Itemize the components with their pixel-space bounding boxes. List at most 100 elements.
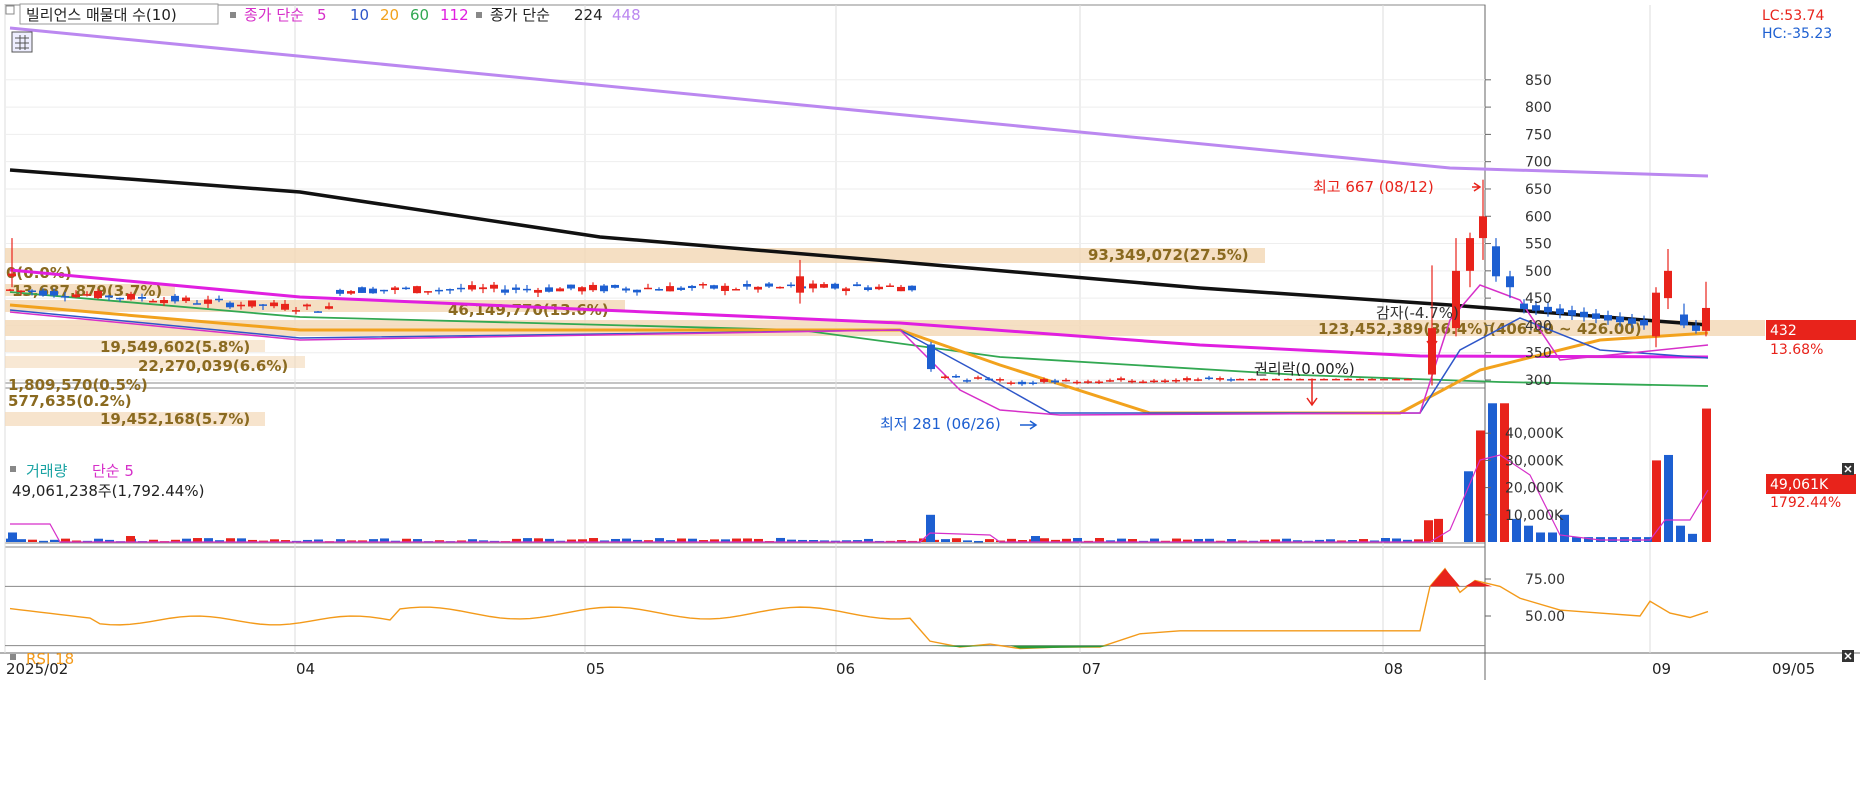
volume-tick-label: 20,000K [1505,481,1564,497]
candle-up [1236,378,1244,381]
candle-down [39,290,47,296]
low-label: 최저 281 (06/26) [880,415,1001,433]
candle-down [1616,316,1624,323]
candle-down [446,289,454,291]
candle-down [1544,306,1552,313]
profile-label: 19,549,602(5.8%) [100,338,250,356]
candle-up [897,286,905,292]
candle-down [523,288,531,291]
candle-up [325,306,333,309]
candle-down [908,285,916,291]
volume-bar-down [974,540,983,543]
candle-down [61,296,69,298]
volume-bar-down [1073,537,1082,542]
candle-down [435,289,443,292]
candle-down [787,284,795,287]
candle-up [281,303,289,310]
price-tick-label: 350 [1525,346,1552,362]
candle-up [1117,378,1125,381]
volume-bar-up [28,539,37,542]
volume-badge-pct: 1792.44% [1770,495,1841,511]
rsi-tick-label: 50.00 [1525,609,1565,625]
candle-up [17,290,25,293]
volume-bar-down [941,539,950,542]
candle-up [1296,378,1304,381]
candle-up [578,287,586,292]
x-tick-label: 09/05 [1772,660,1815,678]
candle-down [512,287,520,290]
candle-down [545,287,553,292]
candle-down [1018,381,1026,385]
volume-bar-down [39,540,48,543]
candle-up [1194,379,1202,381]
candle-up [644,287,652,290]
candle-down [1580,311,1588,318]
table-icon[interactable] [11,31,33,53]
candle-down [138,296,146,299]
candle-down [688,285,696,289]
last-volume: 49,061,238주(1,792.44%) [12,482,204,500]
candle-up [974,377,982,379]
volume-tick-label: 30,000K [1505,453,1564,469]
volume-bar-down [1664,454,1673,542]
chart-canvas[interactable]: 0(0.0%)13,687,879(3.7%)46,149,770(13.6%)… [0,0,1860,807]
current-price: 432 [1770,323,1797,339]
price-tick-label: 750 [1525,127,1552,143]
candle-up [1084,381,1092,383]
legend-ma60: 60 [410,6,429,24]
candle-up [721,285,729,291]
candle-down [853,284,861,287]
candle-up [1652,292,1660,337]
candle-down [1680,314,1688,326]
high-label: 최고 667 (08/12) [1313,178,1434,196]
price-tick-label: 700 [1525,155,1552,171]
candle-down [952,375,960,378]
candle-up [776,286,784,289]
volume-bar-up [985,539,994,542]
rights-label: 권리락(0.00%) [1254,360,1355,378]
stock-chart[interactable]: 0(0.0%) 13,687,879(3.7%) 46,149,770(13.6%)… [0,0,1860,807]
rsi-tick-label: 75.00 [1525,572,1565,588]
candle-down [1492,246,1500,277]
x-tick-label: 06 [836,660,855,678]
candle-down [457,287,465,290]
candle-up [809,283,817,289]
volume-bar-down [1548,532,1557,542]
legend-ma20: 20 [380,6,399,24]
close-panel-icon[interactable] [1842,463,1854,475]
candle-down [1604,315,1612,321]
candle-up [248,300,256,307]
candle-up [1344,378,1352,381]
volume-bar-down [1688,533,1697,542]
profile-label: 22,270,039(6.6%) [138,357,288,375]
candle-down [1664,270,1672,299]
price-tick-label: 850 [1525,73,1552,89]
candle-up [754,286,762,290]
candle-down [28,290,36,293]
current-change: 13.68% [1770,342,1823,358]
candle-down [193,303,201,305]
candle-down [655,288,663,291]
volume-badge-value: 49,061K [1770,477,1829,493]
candle-down [600,285,608,292]
candle-up [699,283,707,286]
profile-label: 19,452,168(5.7%) [100,410,250,428]
candle-down [927,344,935,370]
volume-bar-down [50,539,59,542]
volume-tick-label: 40,000K [1505,426,1564,442]
volume-bar-down [963,540,972,542]
volume-bar-up [952,538,961,542]
x-tick-label: 08 [1384,660,1403,678]
candle-down [710,285,718,289]
legend-toggle-icon[interactable] [5,5,15,15]
volume-ma-label: 단순 5 [92,462,134,480]
candle-up [1356,378,1364,381]
price-tick-label: 500 [1525,264,1552,280]
volume-bar-up [1476,430,1485,542]
candle-up [1260,378,1268,381]
close-panel-icon[interactable] [1842,650,1854,662]
candle-up [796,276,804,293]
legend-ma448: 448 [612,6,641,24]
candle-up [1320,378,1328,381]
hc-value: HC:-35.23 [1762,26,1832,42]
